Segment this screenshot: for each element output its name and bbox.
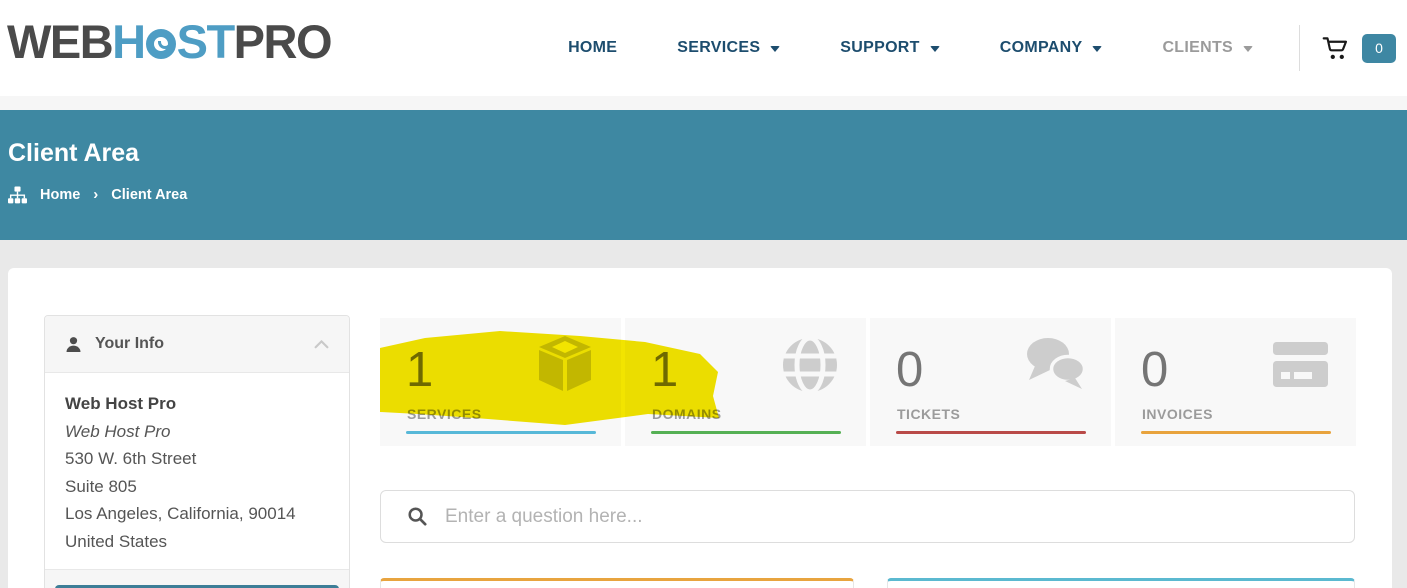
tickets-underline xyxy=(896,431,1086,434)
invoices-underline xyxy=(1141,431,1331,434)
question-search-input[interactable] xyxy=(445,491,1354,542)
bottom-panel-left xyxy=(380,578,854,588)
nav-cart-group: 0 xyxy=(1299,25,1396,71)
sitemap-icon xyxy=(8,186,27,204)
globe-icon xyxy=(778,333,842,397)
nav-label-company: COMPANY xyxy=(1000,39,1083,57)
domains-underline xyxy=(651,431,841,434)
nav-label-services: SERVICES xyxy=(677,39,760,57)
site-logo[interactable]: WEBH STPRO xyxy=(7,14,331,69)
breadcrumb: Home › Client Area xyxy=(8,186,187,204)
nav-divider xyxy=(1299,25,1300,71)
chevron-down-icon xyxy=(1092,46,1102,52)
chat-bubbles-icon xyxy=(1023,333,1087,397)
logo-host-st: ST xyxy=(177,15,234,68)
nav-item-support[interactable]: SUPPORT xyxy=(840,39,939,57)
services-label: SERVICES xyxy=(407,406,482,422)
stats-tiles: 1 SERVICES 1 xyxy=(380,318,1356,446)
credit-card-icon xyxy=(1268,333,1332,397)
your-info-footer: Update xyxy=(45,569,349,588)
tile-tickets[interactable]: 0 TICKETS xyxy=(870,318,1111,446)
tile-domains[interactable]: 1 DOMAINS xyxy=(625,318,866,446)
top-navbar: WEBH STPRO HOME SERVICES SUPPORT COMPANY … xyxy=(0,0,1407,96)
nav-item-clients[interactable]: CLIENTS xyxy=(1162,39,1253,57)
chevron-down-icon xyxy=(930,46,940,52)
breadcrumb-home[interactable]: Home xyxy=(40,187,80,203)
chevron-down-icon xyxy=(1243,46,1253,52)
nav-label-support: SUPPORT xyxy=(840,39,919,57)
nav-item-home[interactable]: HOME xyxy=(568,39,617,57)
logo-smile-o-icon xyxy=(146,29,176,59)
logo-web: WEB xyxy=(7,15,112,68)
main-nav: HOME SERVICES SUPPORT COMPANY CLIENTS xyxy=(568,0,1396,96)
cart-count-badge[interactable]: 0 xyxy=(1362,34,1396,63)
user-icon xyxy=(65,336,82,353)
your-info-body: Web Host Pro Web Host Pro 530 W. 6th Str… xyxy=(45,373,349,569)
breadcrumb-current: Client Area xyxy=(111,187,187,203)
invoices-label: INVOICES xyxy=(1142,406,1213,422)
client-company: Web Host Pro xyxy=(65,418,329,446)
nav-item-services[interactable]: SERVICES xyxy=(677,39,780,57)
client-city-line: Los Angeles, California, 90014 xyxy=(65,500,329,528)
client-name: Web Host Pro xyxy=(65,390,329,418)
chevron-down-icon xyxy=(770,46,780,52)
your-info-header[interactable]: Your Info xyxy=(45,316,349,373)
domains-label: DOMAINS xyxy=(652,406,722,422)
breadcrumb-separator-icon: › xyxy=(93,186,98,203)
search-icon xyxy=(407,506,428,527)
bottom-panel-right xyxy=(887,578,1355,588)
logo-pro: PRO xyxy=(234,15,331,68)
tile-services[interactable]: 1 SERVICES xyxy=(380,318,621,446)
tickets-count: 0 xyxy=(896,346,923,395)
services-count: 1 xyxy=(406,346,433,395)
page-header-band: Client Area Home › Client Area xyxy=(0,110,1407,240)
domains-count: 1 xyxy=(651,346,678,395)
nav-label-home: HOME xyxy=(568,39,617,57)
services-underline xyxy=(406,431,596,434)
tickets-label: TICKETS xyxy=(897,406,960,422)
tile-invoices[interactable]: 0 INVOICES xyxy=(1115,318,1356,446)
invoices-count: 0 xyxy=(1141,346,1168,395)
main-card: Your Info Web Host Pro Web Host Pro 530 … xyxy=(8,268,1392,588)
page-title: Client Area xyxy=(8,139,139,168)
client-country: United States xyxy=(65,528,329,556)
your-info-title: Your Info xyxy=(95,335,301,353)
question-search-bar xyxy=(380,490,1355,543)
nav-label-clients: CLIENTS xyxy=(1162,39,1233,57)
client-address1: 530 W. 6th Street xyxy=(65,445,329,473)
cart-icon[interactable] xyxy=(1322,35,1349,62)
chevron-up-icon[interactable] xyxy=(314,339,329,349)
client-address2: Suite 805 xyxy=(65,473,329,501)
page: WEBH STPRO HOME SERVICES SUPPORT COMPANY … xyxy=(0,0,1407,588)
nav-item-company[interactable]: COMPANY xyxy=(1000,39,1103,57)
logo-host-h: H xyxy=(112,15,144,68)
box-icon xyxy=(533,333,597,397)
subnav-strip xyxy=(0,96,1407,110)
your-info-panel: Your Info Web Host Pro Web Host Pro 530 … xyxy=(44,315,350,588)
